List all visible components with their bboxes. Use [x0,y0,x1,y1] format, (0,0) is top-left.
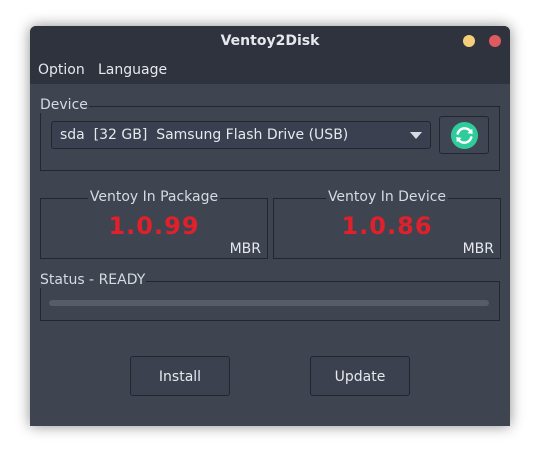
device-select-value: sda [32 GB] Samsung Flash Drive (USB) [60,127,349,143]
status-progress-bar [49,300,489,306]
ventoy2disk-window: Ventoy2Disk Option Language Device sda [… [30,26,510,426]
close-button[interactable] [489,35,501,47]
device-group-label: Device [39,97,89,113]
refresh-button[interactable] [439,116,489,154]
minimize-button[interactable] [463,35,475,47]
menu-option[interactable]: Option [38,56,85,84]
device-partition-style: MBR [462,241,494,257]
menu-bar: Option Language [30,56,510,84]
update-button[interactable]: Update [310,356,410,396]
device-version-value: 1.0.86 [341,212,433,240]
install-button[interactable]: Install [130,356,230,396]
device-select[interactable]: sda [32 GB] Samsung Flash Drive (USB) [51,121,431,149]
menu-language[interactable]: Language [98,56,167,84]
window-title: Ventoy2Disk [220,33,320,49]
device-version-box: 1.0.86 MBR [273,198,501,259]
title-bar[interactable]: Ventoy2Disk [30,26,510,56]
status-label: Status - READY [39,272,147,288]
chevron-down-icon [410,132,422,139]
package-partition-style: MBR [229,241,261,257]
package-version-box: 1.0.99 MBR [40,198,268,259]
refresh-icon [450,121,479,150]
package-version-value: 1.0.99 [108,212,200,240]
